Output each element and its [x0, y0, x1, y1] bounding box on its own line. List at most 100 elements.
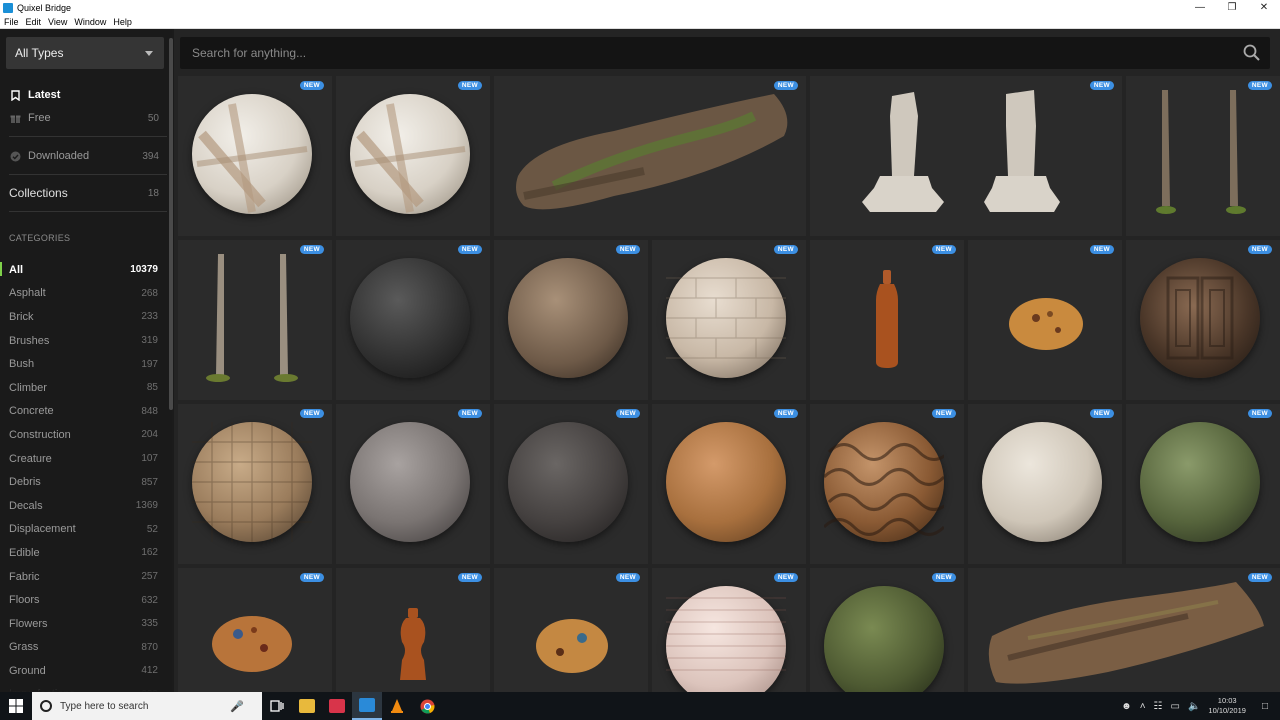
category-label: Brushes [9, 334, 50, 347]
asset-tile[interactable]: NEW [1126, 76, 1280, 236]
category-count: 10379 [130, 264, 158, 276]
taskbar-search-input[interactable] [60, 700, 230, 712]
asset-tile[interactable]: NEW [968, 568, 1280, 692]
type-filter-dropdown[interactable]: All Types [6, 37, 164, 69]
taskbar-chrome[interactable] [412, 692, 442, 720]
category-count: 52 [146, 523, 158, 535]
asset-thumbnail [350, 258, 470, 378]
category-label: Grass [9, 641, 39, 654]
asset-tile[interactable]: NEW [494, 568, 648, 692]
asset-tile[interactable]: NEW [968, 404, 1122, 564]
category-item[interactable]: Asphalt 268 [0, 282, 168, 306]
search-icon[interactable] [1243, 44, 1260, 66]
category-label: Climber [9, 381, 47, 394]
menu-help[interactable]: Help [113, 17, 132, 27]
new-badge: NEW [773, 409, 798, 418]
new-badge: NEW [457, 409, 482, 418]
category-item[interactable]: Bush 197 [0, 352, 168, 376]
asset-tile[interactable]: NEW [178, 240, 332, 400]
windows-start-button[interactable] [0, 692, 32, 720]
category-item[interactable]: Flowers 335 [0, 612, 168, 636]
taskbar-search: 🎤 [32, 692, 262, 720]
monitor-icon[interactable]: ▭ [1171, 701, 1180, 712]
asset-tile[interactable]: NEW [1126, 404, 1280, 564]
category-item[interactable]: Floors 632 [0, 588, 168, 612]
maximize-button[interactable]: ❐ [1216, 2, 1248, 13]
new-badge: NEW [457, 81, 482, 90]
category-item[interactable]: Construction 204 [0, 423, 168, 447]
category-list: All 10379 Asphalt 268 Brick 233 Brushes 319 Bush… [0, 258, 168, 692]
close-button[interactable]: ✕ [1248, 2, 1280, 13]
asset-tile[interactable]: NEW [178, 568, 332, 692]
app-icon [329, 699, 345, 713]
nav-collections[interactable]: Collections 18 [9, 185, 159, 201]
category-item[interactable]: Edible 162 [0, 541, 168, 565]
category-item[interactable]: Fabric 257 [0, 565, 168, 589]
clock[interactable]: 10:03 10/10/2019 [1208, 696, 1246, 716]
asset-tile[interactable]: NEW [810, 404, 964, 564]
category-item[interactable]: Climber 85 [0, 376, 168, 400]
category-count: 85 [146, 382, 158, 394]
asset-tile[interactable]: NEW [336, 404, 490, 564]
new-badge: NEW [773, 573, 798, 582]
nav-latest[interactable]: Latest [9, 87, 159, 103]
asset-thumbnail [508, 258, 628, 378]
asset-tile[interactable]: NEW [178, 404, 332, 564]
microphone-icon[interactable]: 🎤 [230, 700, 244, 713]
network-icon[interactable]: ☷ [1154, 701, 1163, 712]
category-item[interactable]: Debris 857 [0, 470, 168, 494]
type-filter-value: All Types [15, 46, 64, 60]
category-count: 1369 [135, 500, 158, 512]
asset-tile[interactable]: NEW [494, 404, 648, 564]
asset-tile[interactable]: NEW [178, 76, 332, 236]
new-badge: NEW [931, 409, 956, 418]
asset-tile[interactable]: NEW [652, 404, 806, 564]
category-label: All [9, 263, 24, 276]
asset-tile[interactable]: NEW [968, 240, 1122, 400]
category-item[interactable]: Decals 1369 [0, 494, 168, 518]
menu-window[interactable]: Window [74, 17, 106, 27]
taskbar-file-explorer[interactable] [292, 692, 322, 720]
sidebar-scrollbar[interactable] [169, 38, 173, 410]
menu-edit[interactable]: Edit [26, 17, 42, 27]
divider [9, 174, 167, 175]
taskbar-vlc[interactable] [382, 692, 412, 720]
category-label: Displacement [9, 523, 76, 536]
asset-thumbnail [982, 422, 1102, 542]
taskbar-quixel-bridge[interactable] [352, 692, 382, 720]
search-input[interactable] [192, 46, 1192, 60]
menu-file[interactable]: File [4, 17, 19, 27]
check-circle-icon [9, 151, 21, 162]
chevron-up-icon[interactable]: ˄ [1140, 701, 1146, 712]
category-item[interactable]: Brushes 319 [0, 329, 168, 353]
category-count: 107 [141, 453, 158, 465]
menu-view[interactable]: View [48, 17, 67, 27]
nav-latest-label: Latest [28, 89, 61, 101]
task-view-button[interactable] [262, 692, 292, 720]
asset-tile[interactable]: NEW [336, 568, 490, 692]
volume-icon[interactable]: 🔈 [1188, 701, 1200, 712]
asset-tile[interactable]: NEW [652, 568, 806, 692]
notifications-icon[interactable]: □ [1262, 701, 1268, 712]
asset-tile[interactable]: NEW [810, 76, 1122, 236]
people-icon[interactable]: ☻ [1121, 701, 1132, 712]
asset-tile[interactable]: NEW [336, 76, 490, 236]
minimize-button[interactable]: — [1184, 2, 1216, 13]
asset-tile[interactable]: NEW [494, 76, 806, 236]
taskbar-app-red[interactable] [322, 692, 352, 720]
category-item[interactable]: Concrete 848 [0, 400, 168, 424]
category-item[interactable]: Brick 233 [0, 305, 168, 329]
category-item[interactable]: Grass 870 [0, 636, 168, 660]
asset-tile[interactable]: NEW [652, 240, 806, 400]
category-item[interactable]: All 10379 [0, 258, 168, 282]
asset-tile[interactable]: NEW [810, 568, 964, 692]
category-item[interactable]: Displacement 52 [0, 518, 168, 542]
category-item[interactable]: Creature 107 [0, 447, 168, 471]
asset-tile[interactable]: NEW [494, 240, 648, 400]
nav-downloaded[interactable]: Downloaded 394 [9, 148, 159, 164]
asset-tile[interactable]: NEW [810, 240, 964, 400]
category-count: 268 [141, 287, 158, 299]
nav-free[interactable]: Free 50 [9, 110, 159, 126]
asset-tile[interactable]: NEW [336, 240, 490, 400]
asset-tile[interactable]: NEW [1126, 240, 1280, 400]
